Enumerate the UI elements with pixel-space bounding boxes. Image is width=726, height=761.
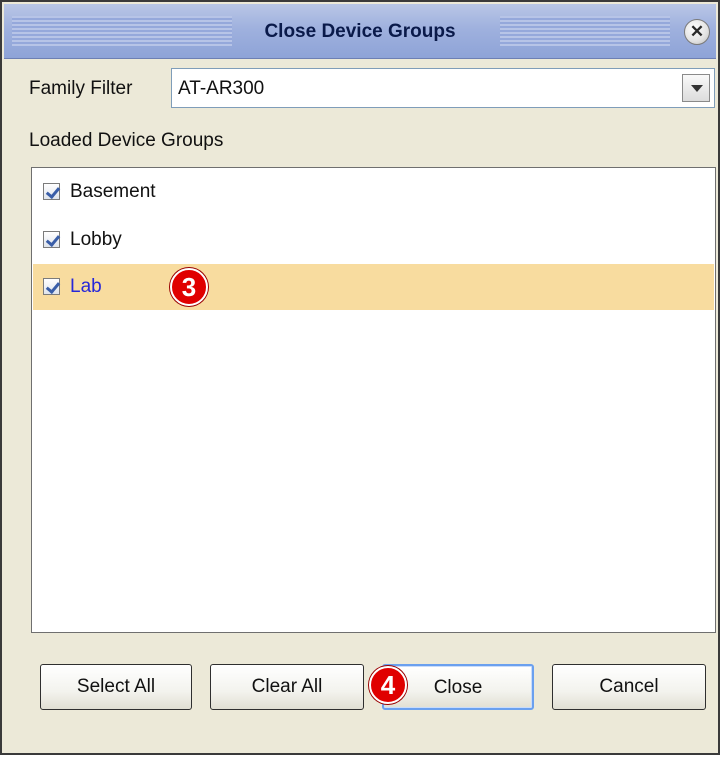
chevron-down-icon[interactable] — [682, 74, 710, 102]
loaded-device-groups-label: Loaded Device Groups — [29, 130, 224, 151]
list-item-label: Basement — [70, 181, 156, 202]
list-item-lab[interactable]: Lab — [33, 264, 714, 310]
close-device-groups-dialog: Close Device Groups ✕ Family Filter AT-A… — [0, 0, 720, 755]
device-groups-list[interactable]: Basement Lobby Lab — [31, 167, 716, 633]
select-all-button[interactable]: Select All — [40, 664, 192, 710]
checkbox-basement[interactable] — [43, 183, 60, 200]
list-item-label: Lab — [70, 276, 102, 297]
callout-badge-4: 4 — [369, 666, 407, 704]
dialog-title: Close Device Groups — [264, 21, 456, 42]
cancel-button[interactable]: Cancel — [552, 664, 706, 710]
list-item-label: Lobby — [70, 229, 122, 250]
family-filter-value: AT-AR300 — [178, 78, 265, 99]
list-item-basement[interactable]: Basement — [33, 169, 714, 215]
checkbox-lab[interactable] — [43, 278, 60, 295]
title-bar[interactable]: Close Device Groups ✕ — [4, 4, 716, 59]
family-filter-label: Family Filter — [29, 78, 133, 99]
list-item-lobby[interactable]: Lobby — [33, 217, 714, 263]
checkbox-lobby[interactable] — [43, 231, 60, 248]
family-filter-select[interactable]: AT-AR300 — [171, 68, 715, 108]
close-icon[interactable]: ✕ — [684, 19, 710, 45]
callout-badge-3: 3 — [170, 268, 208, 306]
clear-all-button[interactable]: Clear All — [210, 664, 364, 710]
